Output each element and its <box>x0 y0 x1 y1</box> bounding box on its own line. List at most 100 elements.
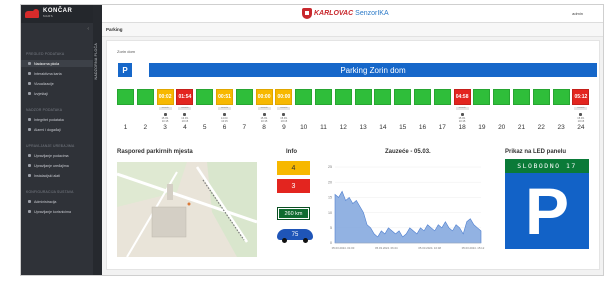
sidebar-item-label: Upravljanje uređajima <box>34 163 69 168</box>
space-timestamp: 15.03. 10:15 <box>258 113 271 123</box>
parking-space[interactable] <box>117 89 134 105</box>
y-tick-label: 25 <box>328 165 332 169</box>
car-icon <box>223 113 226 116</box>
space-timestamp: 15.03. 10:15 <box>159 113 172 123</box>
parking-space[interactable] <box>235 89 253 105</box>
parking-space[interactable]: 00:00 <box>275 89 293 105</box>
page-title: Parking <box>106 27 123 32</box>
y-tick-label: 15 <box>328 196 332 200</box>
brand-logo[interactable]: KONČAR MARS <box>21 5 93 23</box>
nav-item-icon <box>28 164 31 167</box>
parking-space[interactable] <box>414 89 431 105</box>
parking-space[interactable] <box>394 89 412 105</box>
space-number: 13 <box>359 124 367 131</box>
sidebar-item[interactable]: Interaktivna karta <box>21 70 93 77</box>
space-timestamp: 15.03. 10:15 <box>277 113 290 123</box>
sidebar-item-label: Interaktivna karta <box>34 71 62 76</box>
collapse-sidebar-icon[interactable]: ‹ <box>87 26 89 32</box>
led-title: Prikaz na LED panelu <box>505 149 567 155</box>
space-number: 4 <box>183 124 187 131</box>
parking-space[interactable]: 01:54 <box>176 89 194 105</box>
parking-space[interactable]: 00:02 <box>156 89 174 105</box>
parking-space[interactable] <box>513 89 530 105</box>
info-title: Info <box>286 149 297 155</box>
sidebar-item[interactable]: Administracija <box>21 198 93 205</box>
y-tick-label: 5 <box>330 226 332 230</box>
parking-space[interactable] <box>196 89 214 105</box>
parking-space[interactable] <box>473 89 491 105</box>
sidebar-item[interactable]: Upravljanje podacima <box>21 152 93 159</box>
parking-space[interactable] <box>315 89 332 105</box>
map-title: Raspored parkirnih mjesta <box>117 149 193 155</box>
space-date: 15.03. 10:15 <box>260 117 268 123</box>
sidebar-item[interactable]: Vizualizacije <box>21 80 93 87</box>
parking-space[interactable]: 05:12 <box>572 89 590 105</box>
sidebar-item[interactable]: Nadzorna ploča <box>21 60 93 67</box>
parking-space[interactable] <box>552 89 570 105</box>
nav-section-title: UPRAVLJANJE UREĐAJIMA <box>26 144 75 148</box>
info-occupied-warning: 4 <box>277 161 310 175</box>
lot-label: Zorin dom <box>117 49 136 54</box>
sidebar-item-label: Nadzorna ploča <box>34 61 60 66</box>
led-panel: SLOBODNO 17 P <box>505 159 589 249</box>
space-number: 8 <box>262 124 266 131</box>
parking-space[interactable] <box>493 89 511 105</box>
karlovac-crest-icon <box>302 8 312 19</box>
space-number: 6 <box>222 124 227 131</box>
x-tick-label: 05.03.2024. 06:24 <box>375 246 398 250</box>
nav-section-title: NADZOR PODATAKA <box>26 108 63 112</box>
info-car: 75 <box>277 225 313 243</box>
sidebar: KONČAR MARS ‹ PREGLED PODATAKA Nadzorna p… <box>21 5 93 275</box>
parking-space[interactable] <box>532 89 550 105</box>
y-tick-label: 0 <box>330 241 332 245</box>
space-tag: zauzeto <box>218 107 231 110</box>
x-tick-label: 05.03.2024. 15:12 <box>462 246 485 250</box>
space-number: 1 <box>123 124 128 131</box>
parking-space[interactable] <box>295 89 313 105</box>
nav-item-icon <box>28 118 31 121</box>
parking-space[interactable] <box>354 89 372 105</box>
space-tag: zauzeto <box>455 107 469 110</box>
y-tick-label: 10 <box>328 211 332 215</box>
parking-space[interactable] <box>136 89 154 105</box>
car-icon <box>282 113 286 116</box>
parking-space[interactable]: 00:00 <box>255 89 273 105</box>
nav-item-icon <box>28 200 31 203</box>
parking-space[interactable]: 04:58 <box>453 89 471 105</box>
sidebar-item-label: Integritet podataka <box>34 117 64 122</box>
sidebar-item[interactable]: Integritet podataka <box>21 116 93 123</box>
vertical-tab[interactable]: NADZORNA PLOČA <box>93 5 102 275</box>
sidebar-item[interactable]: Izvještaji <box>21 90 93 97</box>
space-date: 14.03. 10:15 <box>220 117 229 123</box>
space-date: 15.03. 10:15 <box>280 117 288 123</box>
parking-map[interactable] <box>117 162 257 257</box>
user-menu[interactable]: admin <box>572 11 583 16</box>
lot-title: Parking Zorin dom <box>149 63 597 77</box>
car-icon <box>183 113 187 116</box>
occupancy-chart[interactable]: 25 20 15 10 5 005.03.2024. 01:00 05.03.2024. 0… <box>319 161 487 256</box>
space-date: 15.03. 10:15 <box>458 117 466 123</box>
nav-item-icon <box>28 82 31 85</box>
space-number: 24 <box>577 124 585 131</box>
space-timestamp: 14.03. 10:15 <box>218 113 231 123</box>
space-date: 15.03. 10:15 <box>161 117 169 123</box>
space-timestamp: 15.03. 10:15 <box>574 113 587 123</box>
space-number: 2 <box>143 124 148 131</box>
nav-item-icon <box>28 72 31 75</box>
parking-space[interactable] <box>334 89 352 105</box>
space-number: 17 <box>438 124 446 131</box>
space-number: 7 <box>242 124 247 131</box>
sidebar-item[interactable]: Alarmi i događaji <box>21 126 93 133</box>
nav-section-title: PREGLED PODATAKA <box>26 52 65 56</box>
sidebar-item[interactable]: Upravljanje korisnicima <box>21 208 93 215</box>
koncar-logo-icon <box>25 8 39 18</box>
sidebar-item[interactable]: Upravljanje uređajima <box>21 162 93 169</box>
parking-space[interactable] <box>433 89 451 105</box>
space-tag: zauzeto <box>257 107 271 110</box>
sidebar-item-label: Instalacijski alati <box>34 173 60 178</box>
info-occupied-long: 3 <box>277 179 310 193</box>
parking-space[interactable] <box>374 89 392 105</box>
parking-card: Zorin dom P Parking Zorin dom 1 2 00:02 zau… <box>106 40 600 270</box>
sidebar-item[interactable]: Instalacijski alati <box>21 172 93 179</box>
parking-space[interactable]: 00:51 <box>216 89 233 105</box>
